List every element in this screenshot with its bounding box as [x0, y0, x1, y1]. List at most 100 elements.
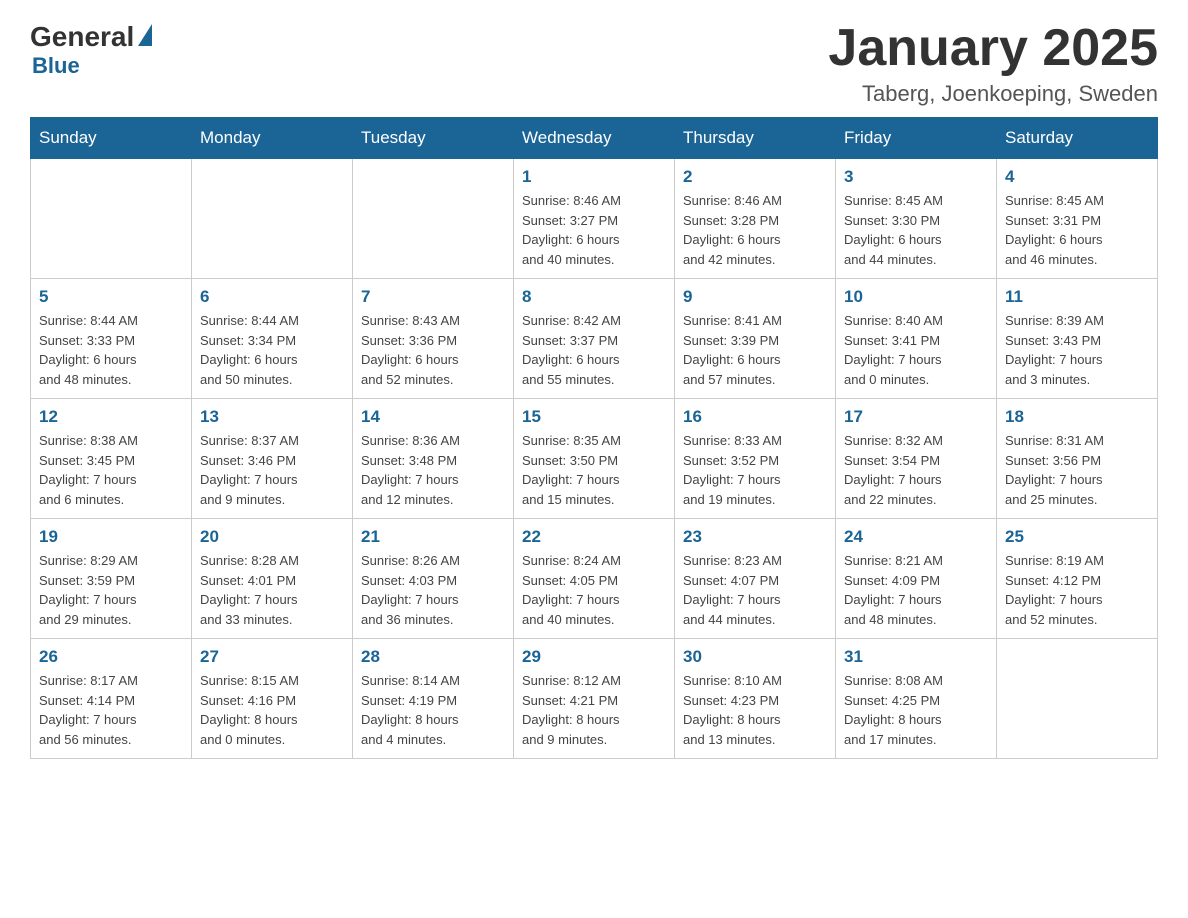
calendar-header-saturday: Saturday: [997, 118, 1158, 159]
calendar-cell: 18 Sunrise: 8:31 AM Sunset: 3:56 PM Dayli…: [997, 399, 1158, 519]
day-number: 18: [1005, 407, 1149, 427]
day-info: Sunrise: 8:45 AM Sunset: 3:30 PM Dayligh…: [844, 191, 988, 269]
day-info: Sunrise: 8:14 AM Sunset: 4:19 PM Dayligh…: [361, 671, 505, 749]
day-number: 4: [1005, 167, 1149, 187]
calendar-week-3: 12 Sunrise: 8:38 AM Sunset: 3:45 PM Dayli…: [31, 399, 1158, 519]
day-number: 12: [39, 407, 183, 427]
calendar-cell: 2 Sunrise: 8:46 AM Sunset: 3:28 PM Daylig…: [675, 159, 836, 279]
calendar-cell: 22Sunrise: 8:24 AM Sunset: 4:05 PM Dayli…: [514, 519, 675, 639]
day-number: 25: [1005, 527, 1149, 547]
calendar-cell: [31, 159, 192, 279]
day-number: 7: [361, 287, 505, 307]
calendar-cell: 20 Sunrise: 8:28 AM Sunset: 4:01 PM Dayli…: [192, 519, 353, 639]
calendar-cell: 27Sunrise: 8:15 AM Sunset: 4:16 PM Dayli…: [192, 639, 353, 759]
day-number: 31: [844, 647, 988, 667]
calendar-cell: 28 Sunrise: 8:14 AM Sunset: 4:19 PM Dayli…: [353, 639, 514, 759]
day-info: Sunrise: 8:46 AM Sunset: 3:27 PM Dayligh…: [522, 191, 666, 269]
calendar-cell: 4Sunrise: 8:45 AM Sunset: 3:31 PM Daylig…: [997, 159, 1158, 279]
day-info: Sunrise: 8:32 AM Sunset: 3:54 PM Dayligh…: [844, 431, 988, 509]
day-number: 28: [361, 647, 505, 667]
calendar-cell: 5 Sunrise: 8:44 AM Sunset: 3:33 PM Daylig…: [31, 279, 192, 399]
day-number: 15: [522, 407, 666, 427]
calendar-cell: 25 Sunrise: 8:19 AM Sunset: 4:12 PM Dayli…: [997, 519, 1158, 639]
calendar-cell: 7 Sunrise: 8:43 AM Sunset: 3:36 PM Daylig…: [353, 279, 514, 399]
day-number: 24: [844, 527, 988, 547]
day-info: Sunrise: 8:44 AM Sunset: 3:33 PM Dayligh…: [39, 311, 183, 389]
day-info: Sunrise: 8:15 AM Sunset: 4:16 PM Dayligh…: [200, 671, 344, 749]
day-info: Sunrise: 8:46 AM Sunset: 3:28 PM Dayligh…: [683, 191, 827, 269]
day-number: 6: [200, 287, 344, 307]
calendar-cell: 31 Sunrise: 8:08 AM Sunset: 4:25 PM Dayli…: [836, 639, 997, 759]
day-number: 9: [683, 287, 827, 307]
day-info: Sunrise: 8:08 AM Sunset: 4:25 PM Dayligh…: [844, 671, 988, 749]
calendar-cell: 13 Sunrise: 8:37 AM Sunset: 3:46 PM Dayli…: [192, 399, 353, 519]
calendar-header-row: SundayMondayTuesdayWednesdayThursdayFrid…: [31, 118, 1158, 159]
calendar-header-friday: Friday: [836, 118, 997, 159]
day-number: 26: [39, 647, 183, 667]
day-number: 23: [683, 527, 827, 547]
calendar-cell: [192, 159, 353, 279]
day-number: 30: [683, 647, 827, 667]
day-number: 21: [361, 527, 505, 547]
logo-triangle-icon: [138, 24, 152, 46]
calendar-cell: 30 Sunrise: 8:10 AM Sunset: 4:23 PM Dayli…: [675, 639, 836, 759]
calendar-cell: 12 Sunrise: 8:38 AM Sunset: 3:45 PM Dayli…: [31, 399, 192, 519]
day-number: 16: [683, 407, 827, 427]
logo: General Blue: [30, 20, 152, 79]
calendar-header-sunday: Sunday: [31, 118, 192, 159]
calendar-cell: 1 Sunrise: 8:46 AM Sunset: 3:27 PM Daylig…: [514, 159, 675, 279]
day-info: Sunrise: 8:28 AM Sunset: 4:01 PM Dayligh…: [200, 551, 344, 629]
day-info: Sunrise: 8:19 AM Sunset: 4:12 PM Dayligh…: [1005, 551, 1149, 629]
day-number: 22: [522, 527, 666, 547]
day-number: 29: [522, 647, 666, 667]
day-number: 5: [39, 287, 183, 307]
day-info: Sunrise: 8:10 AM Sunset: 4:23 PM Dayligh…: [683, 671, 827, 749]
day-number: 14: [361, 407, 505, 427]
location-subtitle: Taberg, Joenkoeping, Sweden: [828, 81, 1158, 107]
calendar-cell: 14 Sunrise: 8:36 AM Sunset: 3:48 PM Dayli…: [353, 399, 514, 519]
day-number: 13: [200, 407, 344, 427]
day-info: Sunrise: 8:37 AM Sunset: 3:46 PM Dayligh…: [200, 431, 344, 509]
calendar-header-tuesday: Tuesday: [353, 118, 514, 159]
logo-general-text: General: [30, 21, 134, 53]
day-number: 1: [522, 167, 666, 187]
calendar-header-monday: Monday: [192, 118, 353, 159]
day-number: 19: [39, 527, 183, 547]
calendar-cell: 24 Sunrise: 8:21 AM Sunset: 4:09 PM Dayli…: [836, 519, 997, 639]
calendar-cell: 11 Sunrise: 8:39 AM Sunset: 3:43 PM Dayli…: [997, 279, 1158, 399]
day-number: 8: [522, 287, 666, 307]
day-info: Sunrise: 8:12 AM Sunset: 4:21 PM Dayligh…: [522, 671, 666, 749]
day-info: Sunrise: 8:41 AM Sunset: 3:39 PM Dayligh…: [683, 311, 827, 389]
day-info: Sunrise: 8:42 AM Sunset: 3:37 PM Dayligh…: [522, 311, 666, 389]
day-number: 10: [844, 287, 988, 307]
calendar-table: SundayMondayTuesdayWednesdayThursdayFrid…: [30, 117, 1158, 759]
day-info: Sunrise: 8:17 AM Sunset: 4:14 PM Dayligh…: [39, 671, 183, 749]
calendar-cell: 9 Sunrise: 8:41 AM Sunset: 3:39 PM Daylig…: [675, 279, 836, 399]
day-info: Sunrise: 8:39 AM Sunset: 3:43 PM Dayligh…: [1005, 311, 1149, 389]
day-number: 17: [844, 407, 988, 427]
calendar-cell: 15 Sunrise: 8:35 AM Sunset: 3:50 PM Dayli…: [514, 399, 675, 519]
logo-blue-text: Blue: [32, 53, 80, 79]
day-info: Sunrise: 8:43 AM Sunset: 3:36 PM Dayligh…: [361, 311, 505, 389]
calendar-header-thursday: Thursday: [675, 118, 836, 159]
day-info: Sunrise: 8:38 AM Sunset: 3:45 PM Dayligh…: [39, 431, 183, 509]
day-number: 2: [683, 167, 827, 187]
day-info: Sunrise: 8:40 AM Sunset: 3:41 PM Dayligh…: [844, 311, 988, 389]
day-number: 20: [200, 527, 344, 547]
day-info: Sunrise: 8:26 AM Sunset: 4:03 PM Dayligh…: [361, 551, 505, 629]
calendar-cell: 26 Sunrise: 8:17 AM Sunset: 4:14 PM Dayli…: [31, 639, 192, 759]
day-info: Sunrise: 8:23 AM Sunset: 4:07 PM Dayligh…: [683, 551, 827, 629]
day-info: Sunrise: 8:31 AM Sunset: 3:56 PM Dayligh…: [1005, 431, 1149, 509]
day-info: Sunrise: 8:35 AM Sunset: 3:50 PM Dayligh…: [522, 431, 666, 509]
calendar-week-2: 5 Sunrise: 8:44 AM Sunset: 3:33 PM Daylig…: [31, 279, 1158, 399]
day-number: 11: [1005, 287, 1149, 307]
day-info: Sunrise: 8:36 AM Sunset: 3:48 PM Dayligh…: [361, 431, 505, 509]
calendar-cell: 21 Sunrise: 8:26 AM Sunset: 4:03 PM Dayli…: [353, 519, 514, 639]
day-info: Sunrise: 8:21 AM Sunset: 4:09 PM Dayligh…: [844, 551, 988, 629]
calendar-week-1: 1 Sunrise: 8:46 AM Sunset: 3:27 PM Daylig…: [31, 159, 1158, 279]
day-info: Sunrise: 8:33 AM Sunset: 3:52 PM Dayligh…: [683, 431, 827, 509]
calendar-cell: 16 Sunrise: 8:33 AM Sunset: 3:52 PM Dayli…: [675, 399, 836, 519]
calendar-cell: 10 Sunrise: 8:40 AM Sunset: 3:41 PM Dayli…: [836, 279, 997, 399]
calendar-cell: 6 Sunrise: 8:44 AM Sunset: 3:34 PM Daylig…: [192, 279, 353, 399]
day-info: Sunrise: 8:44 AM Sunset: 3:34 PM Dayligh…: [200, 311, 344, 389]
